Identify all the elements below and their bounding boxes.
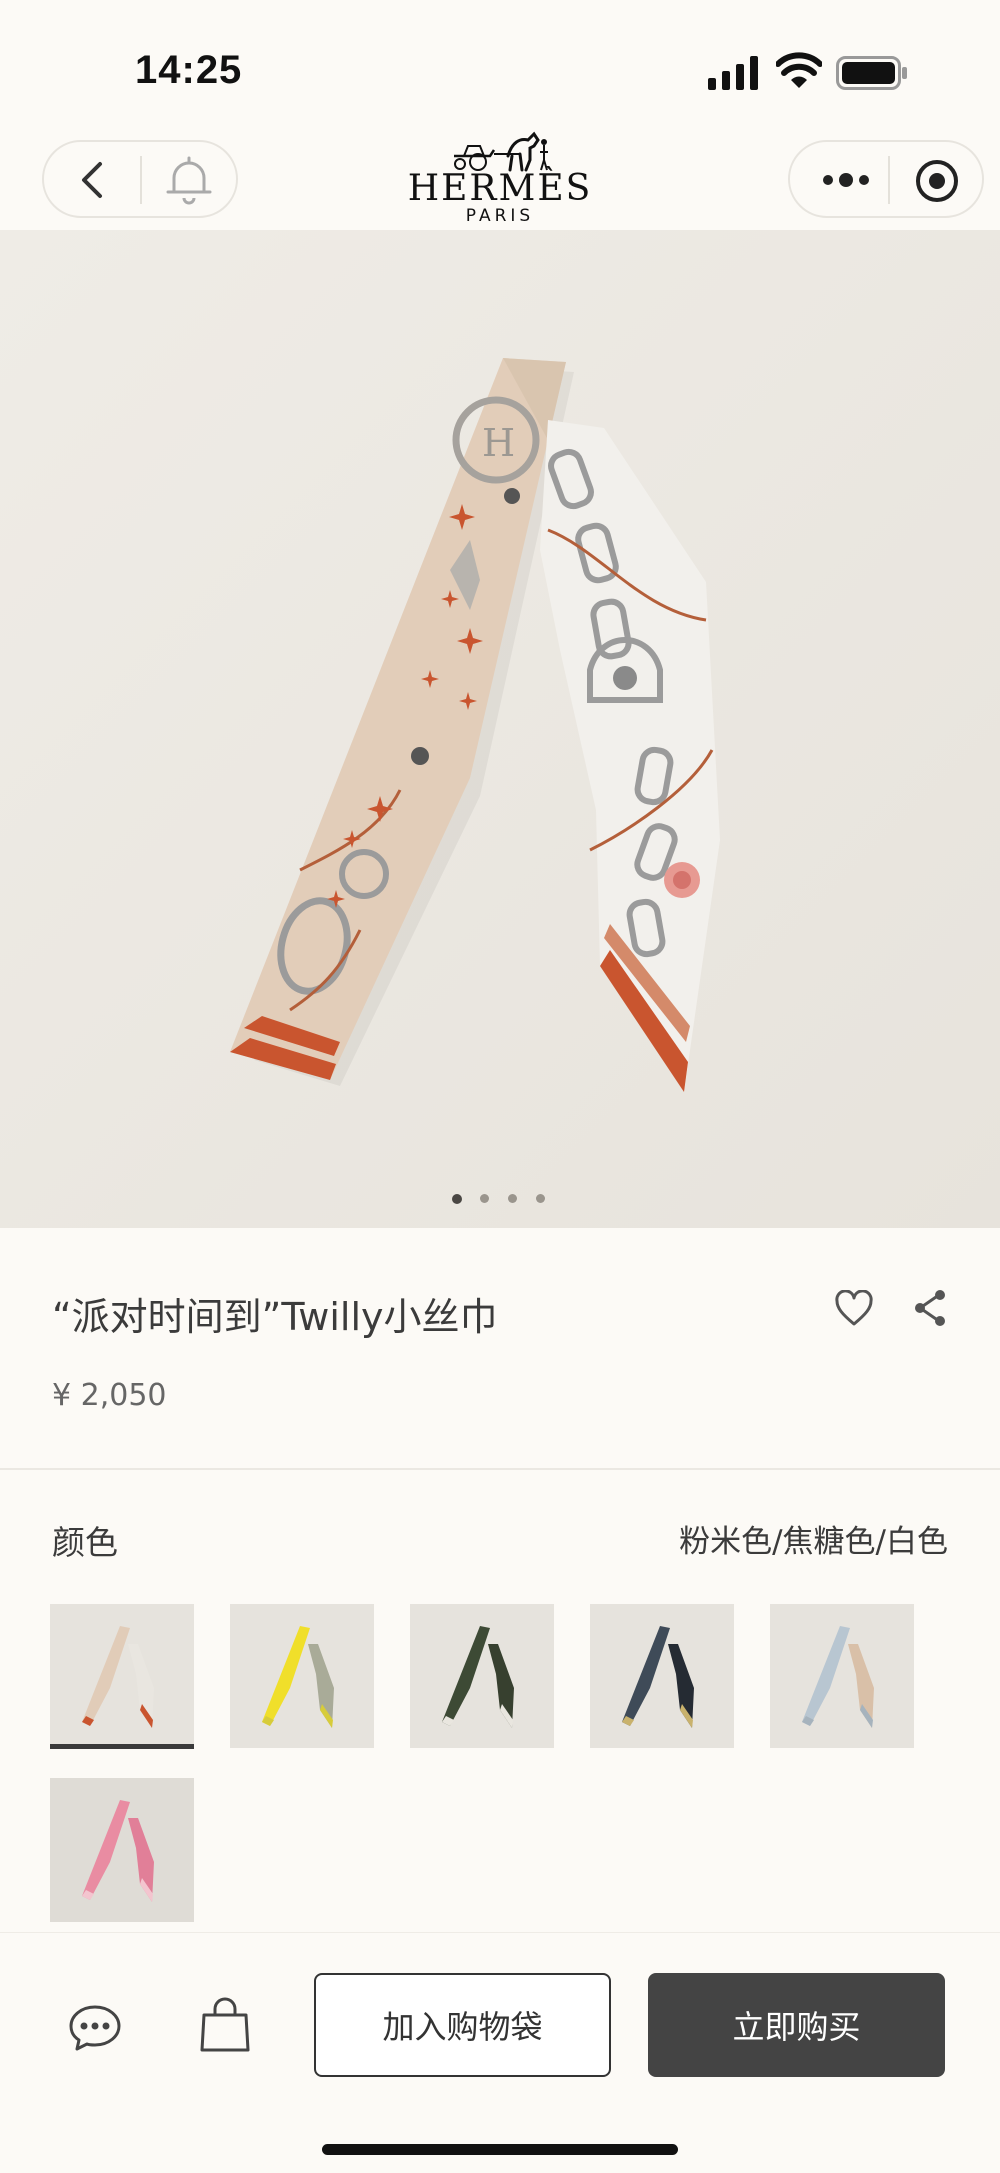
brand-logo: HERMÈS PARIS [400, 130, 600, 230]
pagination-dot[interactable] [536, 1194, 545, 1203]
brand-name: HERMÈS [407, 168, 593, 209]
color-label: 颜色 [52, 1523, 118, 1562]
bell-icon[interactable] [162, 154, 216, 206]
pagination-dot[interactable] [480, 1194, 489, 1203]
color-swatch[interactable] [230, 1604, 374, 1748]
product-price: ¥ 2,050 [52, 1378, 167, 1413]
cellular-signal-icon [708, 56, 758, 90]
pagination-dot[interactable] [508, 1194, 517, 1203]
selected-color-value: 粉米色/焦糖色/白色 [679, 1524, 948, 1560]
back-icon[interactable] [72, 158, 116, 202]
capsule-divider [140, 156, 142, 204]
home-indicator [322, 2144, 678, 2155]
swatch-scarf-thumbnail [442, 1626, 514, 1728]
product-title: “派对时间到”Twilly小丝巾 [52, 1295, 498, 1339]
nav-capsule-left [42, 140, 238, 218]
nav-bar: HERMÈS PARIS [0, 130, 1000, 230]
product-image[interactable]: H [0, 230, 1000, 1228]
wifi-icon [776, 52, 822, 88]
color-swatch[interactable] [50, 1604, 194, 1748]
swatch-scarf-thumbnail [622, 1626, 694, 1728]
color-swatch[interactable] [770, 1604, 914, 1748]
swatch-scarf-thumbnail [802, 1626, 874, 1728]
selected-swatch-indicator [50, 1744, 194, 1749]
color-swatch[interactable] [50, 1778, 194, 1922]
brand-city: PARIS [465, 206, 535, 226]
nav-capsule-right [788, 140, 984, 218]
shopping-bag-icon[interactable] [198, 1997, 252, 2053]
color-swatch[interactable] [590, 1604, 734, 1748]
gallery-pagination [452, 1194, 552, 1208]
swatch-scarf-thumbnail [82, 1626, 154, 1728]
swatch-scarf-thumbnail [82, 1800, 154, 1902]
battery-icon [836, 56, 907, 90]
bottom-action-bar: 加入购物袋 立即购买 [0, 1932, 1000, 2173]
share-icon[interactable] [912, 1288, 948, 1328]
swatch-scarf-thumbnail [262, 1626, 334, 1728]
status-bar: 14:25 [0, 0, 1000, 130]
carriage-logo-icon [454, 131, 548, 172]
twilly-scarf-image: H [0, 230, 1000, 1228]
close-target-icon[interactable] [914, 158, 960, 204]
color-swatch[interactable] [410, 1604, 554, 1748]
buy-now-button[interactable]: 立即购买 [648, 1973, 945, 2077]
section-divider [0, 1468, 1000, 1470]
svg-text:H: H [482, 421, 515, 465]
status-time: 14:25 [135, 48, 243, 92]
capsule-divider [888, 156, 890, 204]
add-to-bag-button[interactable]: 加入购物袋 [314, 1973, 611, 2077]
favorite-heart-icon[interactable] [834, 1290, 874, 1328]
chat-icon[interactable] [68, 2003, 122, 2053]
pagination-dot-active[interactable] [452, 1194, 462, 1204]
more-dots-icon[interactable] [818, 162, 874, 198]
